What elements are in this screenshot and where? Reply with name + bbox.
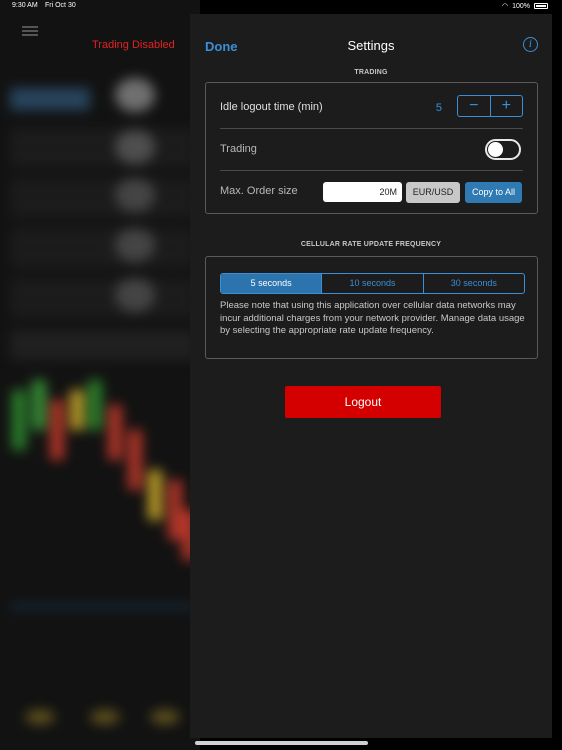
segment-10-seconds[interactable]: 10 seconds (322, 274, 424, 293)
status-date: Fri Oct 30 (45, 2, 76, 9)
background-app: Trading Disabled (0, 0, 200, 750)
cellular-section-title: CELLULAR RATE UPDATE FREQUENCY (300, 241, 442, 248)
status-indicators: ◠ 100% (502, 2, 548, 10)
idle-logout-row: Idle logout time (min) 5 − + (220, 87, 523, 129)
idle-logout-value: 5 (435, 102, 442, 114)
menu-icon[interactable] (22, 26, 38, 36)
settings-nav-bar: Done Settings i (190, 14, 552, 62)
cellular-note: Please note that using this application … (220, 300, 525, 336)
rate-segmented-control[interactable]: 5 seconds 10 seconds 30 seconds (220, 273, 525, 294)
idle-logout-label: Idle logout time (min) (220, 101, 323, 113)
toggle-knob (488, 142, 503, 157)
max-order-label: Max. Order size (220, 185, 298, 197)
trading-status-label: Trading Disabled (92, 39, 175, 51)
battery-percent: 100% (512, 2, 530, 10)
page-title: Settings (347, 38, 395, 53)
logout-button[interactable]: Logout (285, 386, 441, 418)
home-indicator[interactable] (195, 741, 368, 745)
currency-pair-button[interactable]: EUR/USD (406, 182, 460, 203)
copy-to-all-button[interactable]: Copy to All (465, 182, 522, 203)
cellular-settings-box: 5 seconds 10 seconds 30 seconds Please n… (205, 256, 538, 359)
battery-icon (534, 3, 548, 9)
segment-30-seconds[interactable]: 30 seconds (424, 274, 524, 293)
idle-logout-stepper[interactable]: − + (457, 95, 523, 117)
background-content (10, 60, 196, 740)
trading-settings-box: Idle logout time (min) 5 − + Trading Max… (205, 82, 538, 214)
status-bar: 9:30 AM Fri Oct 30 ◠ 100% (0, 0, 562, 12)
info-icon[interactable]: i (523, 37, 538, 52)
segment-5-seconds[interactable]: 5 seconds (221, 274, 323, 293)
decrement-button[interactable]: − (458, 96, 491, 116)
max-order-input[interactable]: 20M (323, 182, 402, 202)
trading-toggle[interactable] (485, 139, 521, 160)
increment-button[interactable]: + (491, 96, 523, 116)
settings-panel: Done Settings i TRADING Idle logout time… (190, 14, 552, 738)
max-order-row: Max. Order size 20M EUR/USD Copy to All (220, 171, 523, 211)
status-time: 9:30 AM (12, 2, 38, 9)
trading-toggle-row: Trading (220, 129, 523, 171)
trading-label: Trading (220, 143, 257, 155)
trading-section-title: TRADING (354, 69, 388, 76)
wifi-icon: ◠ (501, 3, 509, 10)
